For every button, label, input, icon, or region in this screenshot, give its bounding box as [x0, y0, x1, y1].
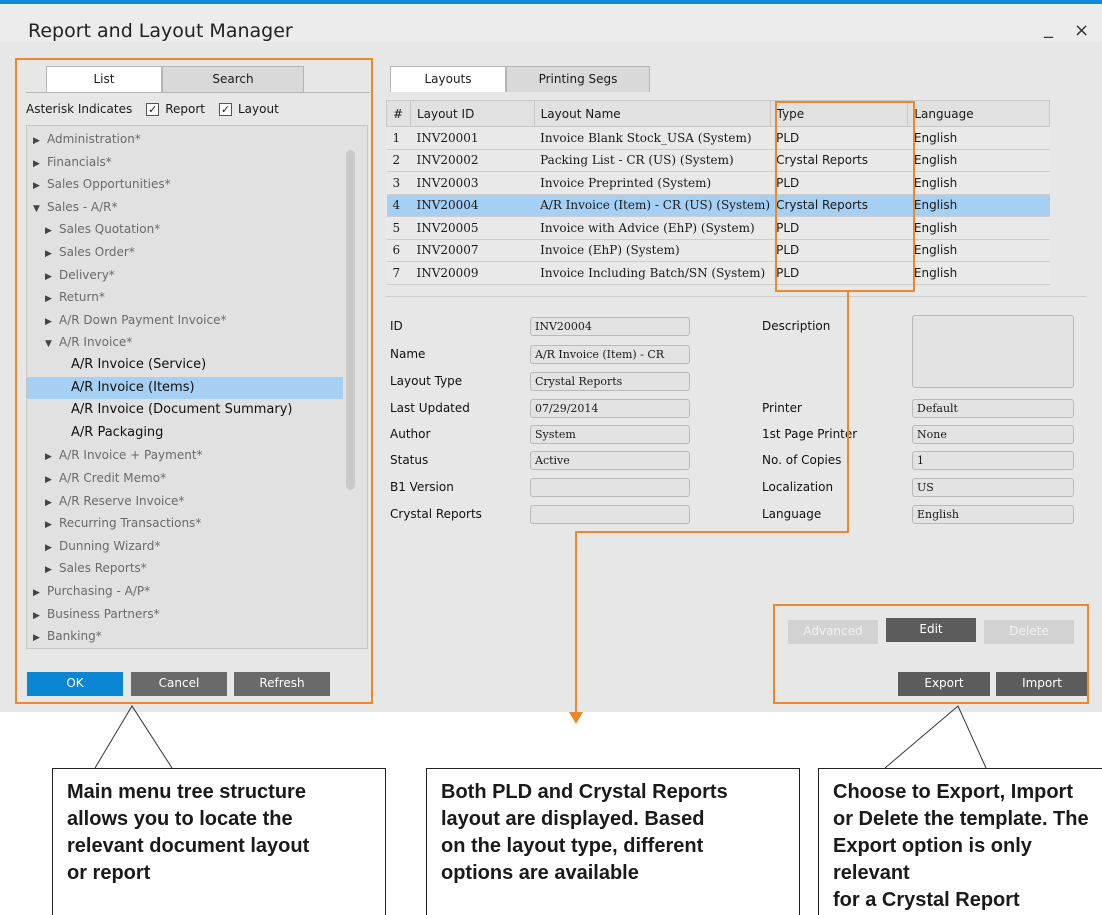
right-callout: Choose to Export, Import or Delete the t…	[818, 768, 1102, 915]
right-callout-pointer	[884, 705, 987, 769]
leader-arrowhead-icon	[569, 712, 583, 724]
middle-callout: Both PLD and Crystal Reports layout are …	[426, 768, 800, 915]
type-leader-line	[575, 292, 849, 712]
left-callout-pointer	[94, 705, 173, 769]
left-callout: Main menu tree structure allows you to l…	[52, 768, 386, 915]
